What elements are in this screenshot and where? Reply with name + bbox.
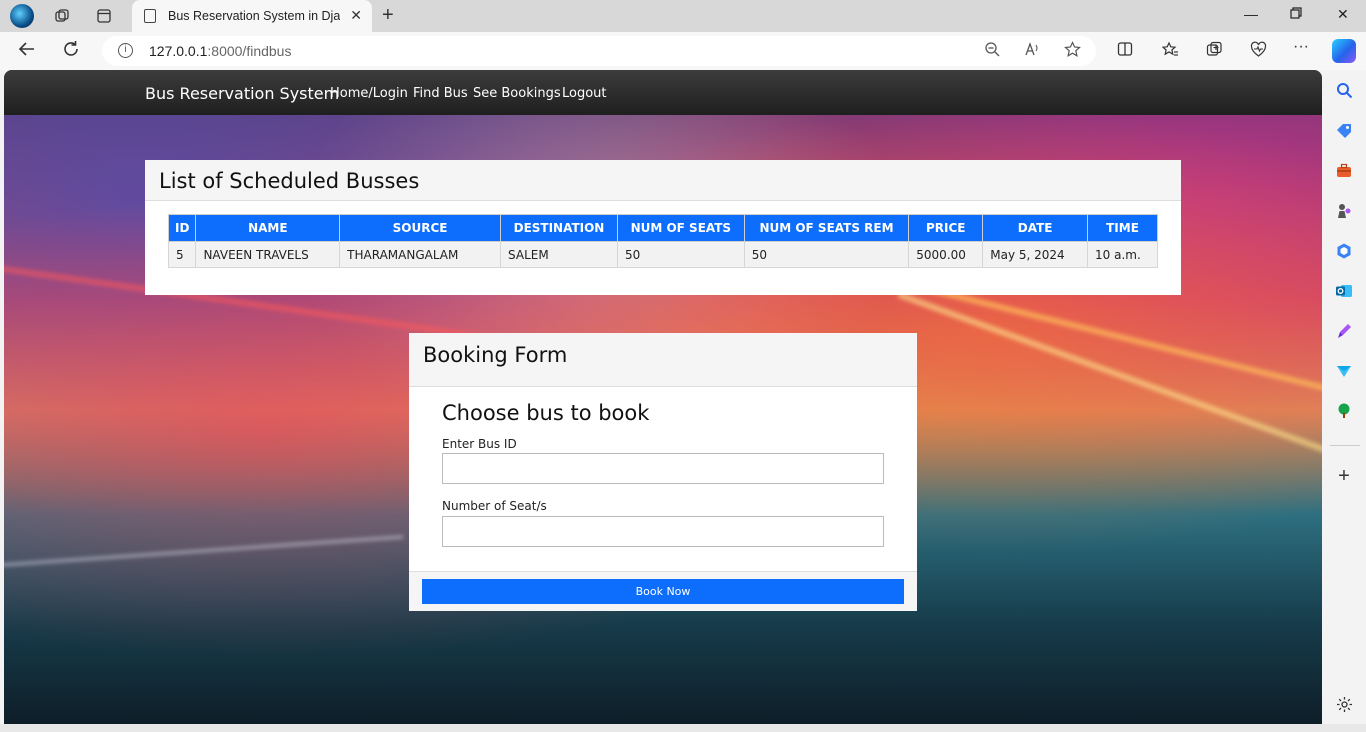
sidebar-settings-gear-icon[interactable] bbox=[1334, 696, 1354, 716]
column-header-price: PRICE bbox=[908, 214, 984, 242]
close-window-icon[interactable]: ✕ bbox=[1337, 6, 1349, 23]
url-path: :8000/findbus bbox=[207, 43, 292, 59]
copilot-icon[interactable] bbox=[1332, 39, 1356, 63]
minimize-icon[interactable]: — bbox=[1244, 6, 1258, 22]
browser-titlebar: Bus Reservation System in Django ✕ + — ✕ bbox=[0, 0, 1366, 32]
column-header-id: ID bbox=[167, 214, 197, 242]
tools-briefcase-icon[interactable] bbox=[1334, 162, 1354, 182]
outlook-icon[interactable] bbox=[1334, 282, 1354, 302]
workspaces-icon[interactable] bbox=[52, 6, 72, 26]
search-icon[interactable] bbox=[1334, 82, 1354, 102]
page-viewport: Bus Reservation System Home/Login Find B… bbox=[4, 70, 1322, 724]
table-row: 5 NAVEEN TRAVELS THARAMANGALAM SALEM 50 … bbox=[167, 241, 1158, 268]
cell-num-of-seats-rem: 50 bbox=[743, 241, 910, 268]
refresh-icon[interactable] bbox=[62, 40, 80, 63]
column-header-destination: DESTINATION bbox=[500, 214, 618, 242]
tab-actions-icon[interactable] bbox=[94, 6, 114, 26]
read-aloud-icon[interactable] bbox=[1024, 41, 1040, 61]
address-bar[interactable]: i 127.0.0.1:8000/findbus bbox=[102, 36, 1096, 66]
seats-label: Number of Seat/s bbox=[442, 499, 547, 513]
column-header-time: TIME bbox=[1087, 214, 1158, 242]
cell-name: NAVEEN TRAVELS bbox=[195, 241, 341, 268]
favorites-icon[interactable] bbox=[1161, 41, 1179, 62]
booking-form-title: Booking Form bbox=[423, 343, 568, 367]
collections-icon[interactable] bbox=[1206, 41, 1223, 62]
site-brand[interactable]: Bus Reservation System bbox=[145, 84, 339, 103]
site-info-icon[interactable]: i bbox=[118, 43, 133, 58]
profile-avatar-icon[interactable] bbox=[10, 4, 34, 28]
new-tab-icon[interactable]: + bbox=[382, 4, 394, 27]
cell-date: May 5, 2024 bbox=[982, 241, 1089, 268]
cell-source: THARAMANGALAM bbox=[339, 241, 502, 268]
split-screen-icon[interactable] bbox=[1117, 41, 1133, 61]
booking-form-footer: Book Now bbox=[409, 571, 917, 611]
sidebar-divider bbox=[1330, 445, 1360, 446]
column-header-num-of-seats: NUM OF SEATS bbox=[616, 214, 745, 242]
nav-link-see-bookings[interactable]: See Bookings bbox=[473, 86, 561, 101]
seats-input[interactable] bbox=[442, 516, 884, 547]
nav-link-home-login[interactable]: Home/Login bbox=[330, 86, 408, 101]
url-text[interactable]: 127.0.0.1:8000/findbus bbox=[149, 43, 291, 59]
page-icon bbox=[144, 9, 156, 23]
column-header-source: SOURCE bbox=[339, 214, 502, 242]
background-road-line bbox=[4, 535, 404, 568]
browser-essentials-icon[interactable] bbox=[1250, 41, 1267, 62]
booking-form-card-header: Booking Form bbox=[409, 333, 917, 387]
cell-destination: SALEM bbox=[500, 241, 618, 268]
booking-form-subtitle: Choose bus to book bbox=[442, 401, 650, 425]
bus-id-label: Enter Bus ID bbox=[442, 437, 517, 451]
url-host: 127.0.0.1 bbox=[149, 43, 208, 59]
restore-icon[interactable] bbox=[1290, 6, 1302, 22]
bus-id-input[interactable] bbox=[442, 453, 884, 484]
cell-num-of-seats: 50 bbox=[616, 241, 745, 268]
zoom-out-icon[interactable] bbox=[984, 41, 1000, 61]
shopping-tag-icon[interactable] bbox=[1334, 122, 1354, 142]
cell-id: 5 bbox=[167, 241, 197, 268]
site-navbar: Bus Reservation System Home/Login Find B… bbox=[4, 70, 1322, 115]
column-header-num-of-seats-rem: NUM OF SEATS REM bbox=[743, 214, 910, 242]
favorite-star-icon[interactable] bbox=[1064, 41, 1081, 62]
microsoft-365-icon[interactable] bbox=[1334, 242, 1354, 262]
table-header-row: ID NAME SOURCE DESTINATION NUM OF SEATS … bbox=[167, 214, 1158, 242]
bus-list-card: List of Scheduled Busses ID NAME SOURCE … bbox=[145, 160, 1181, 295]
designer-icon[interactable] bbox=[1334, 322, 1354, 342]
games-chess-icon[interactable] bbox=[1334, 202, 1354, 222]
back-arrow-icon[interactable] bbox=[18, 40, 36, 63]
tab-title: Bus Reservation System in Django bbox=[168, 9, 340, 23]
bus-table: ID NAME SOURCE DESTINATION NUM OF SEATS … bbox=[167, 214, 1158, 268]
cell-time: 10 a.m. bbox=[1087, 241, 1158, 268]
browser-toolbar: i 127.0.0.1:8000/findbus ··· bbox=[0, 32, 1366, 70]
browser-sidebar: + bbox=[1324, 70, 1366, 732]
bus-list-card-header: List of Scheduled Busses bbox=[145, 160, 1181, 201]
more-options-icon[interactable]: ··· bbox=[1293, 38, 1309, 56]
add-sidebar-app-icon[interactable]: + bbox=[1334, 466, 1354, 486]
column-header-name: NAME bbox=[195, 214, 341, 242]
bus-list-title: List of Scheduled Busses bbox=[159, 169, 420, 193]
column-header-date: DATE bbox=[982, 214, 1089, 242]
close-tab-icon[interactable]: ✕ bbox=[350, 7, 362, 24]
send-arrow-icon[interactable] bbox=[1334, 362, 1354, 382]
bottom-edge bbox=[0, 724, 1366, 732]
booking-form-card: Booking Form Choose bus to book Enter Bu… bbox=[409, 333, 917, 611]
tree-icon[interactable] bbox=[1334, 402, 1354, 422]
cell-price: 5000.00 bbox=[908, 241, 984, 268]
browser-tab-active[interactable]: Bus Reservation System in Django ✕ bbox=[132, 0, 372, 32]
nav-link-find-bus[interactable]: Find Bus bbox=[413, 86, 468, 101]
nav-link-logout[interactable]: Logout bbox=[562, 86, 607, 101]
book-now-button[interactable]: Book Now bbox=[422, 579, 904, 604]
